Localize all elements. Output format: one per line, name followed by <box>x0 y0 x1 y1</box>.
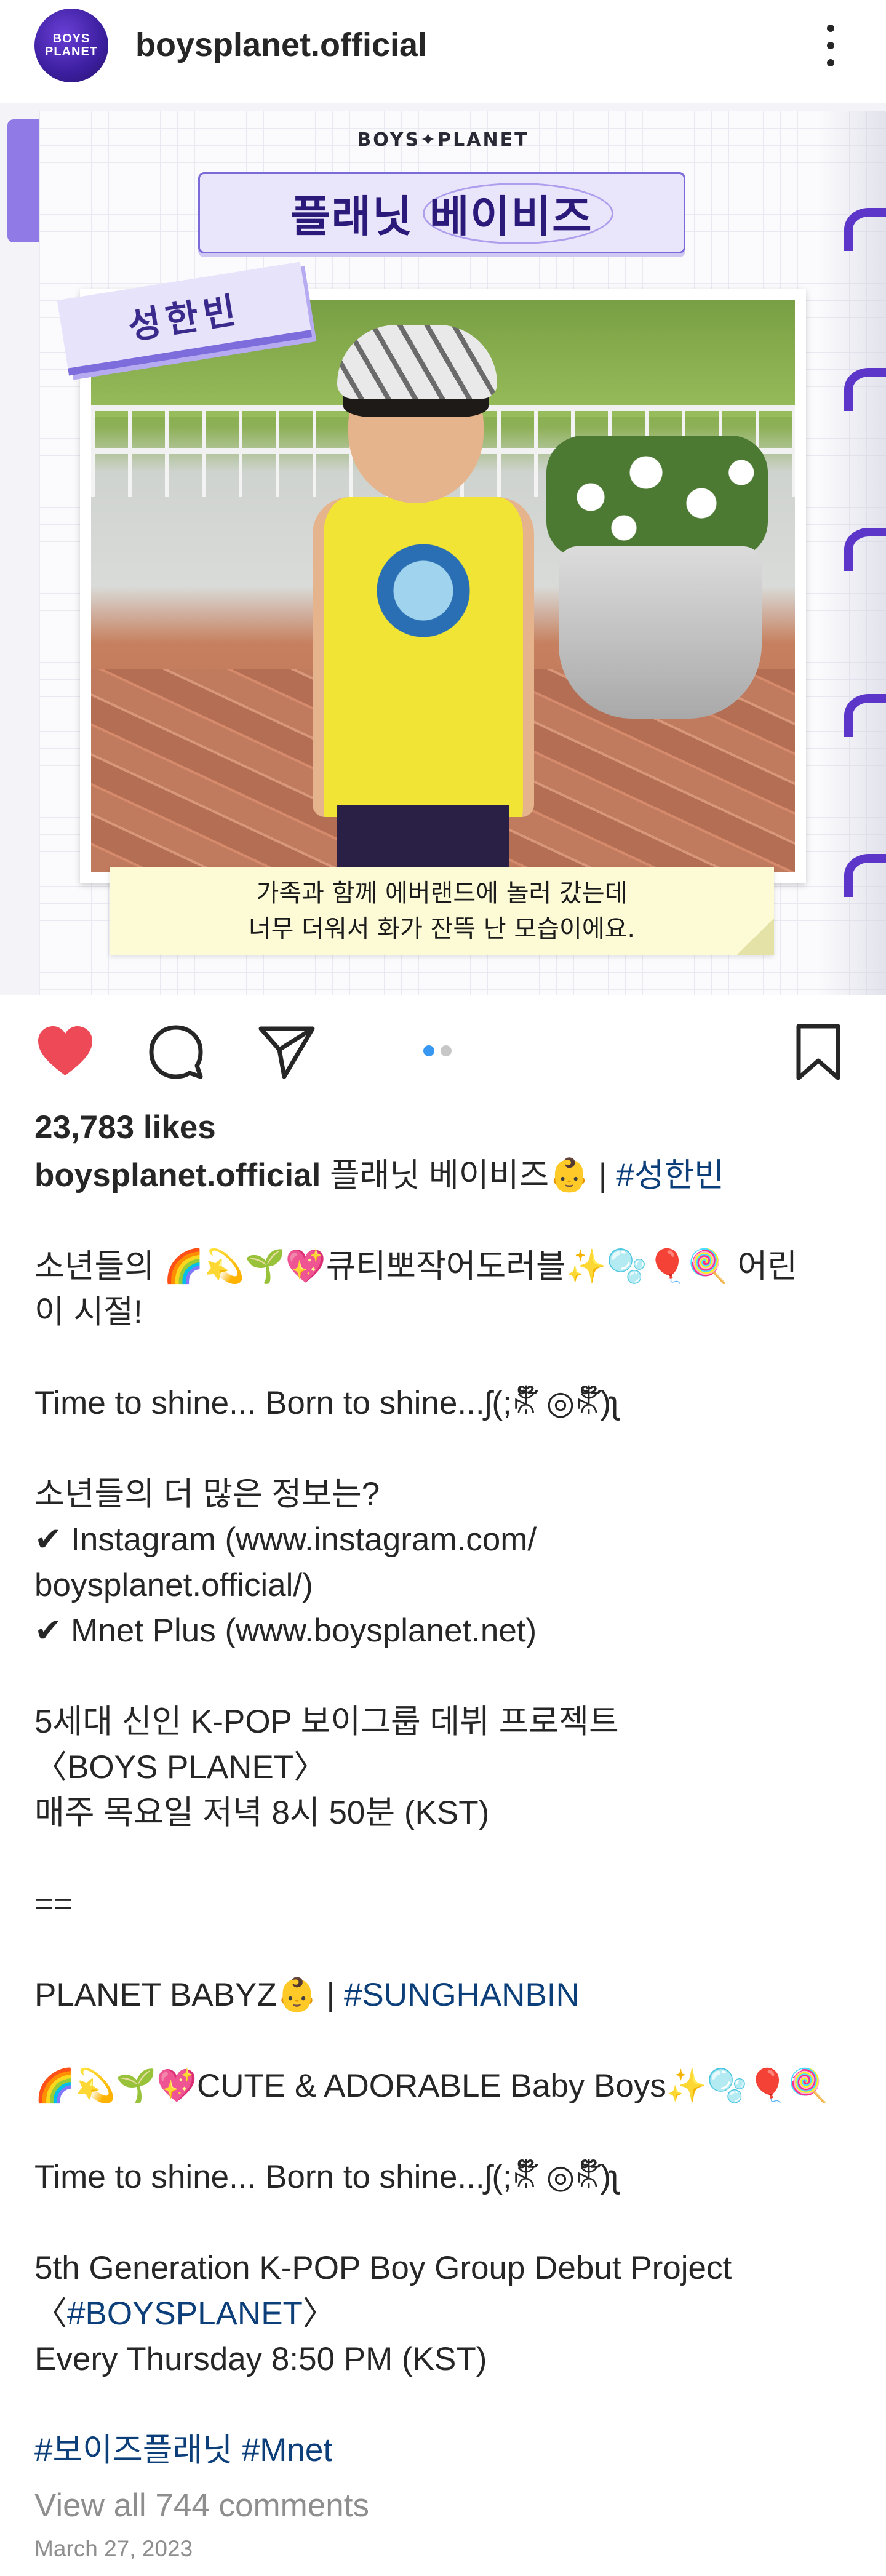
caption-schedule-kr: 매주 목요일 저녁 8시 50분 (KST) <box>34 1795 490 1831</box>
send-icon[interactable] <box>256 1021 317 1083</box>
caption-instagram: ✔ Instagram (www.instagram.com/ <box>34 1521 537 1558</box>
note-fold <box>737 918 774 955</box>
bracket-open: 〈 <box>34 2295 67 2332</box>
hashtag-link[interactable]: #Mnet <box>242 2432 332 2468</box>
caption-headline-text: 플래닛 베이비즈👶 | <box>321 1157 617 1194</box>
image-caption-line: 너무 더워서 화가 잔뜩 난 모습이에요. <box>248 915 636 943</box>
hashtag-link[interactable]: #성한빈 <box>616 1157 724 1194</box>
flower-bed <box>546 436 768 559</box>
bookmark-icon[interactable] <box>788 1021 849 1083</box>
caption-kr-line: 이 시절! <box>34 1294 143 1330</box>
view-comments-link[interactable]: View all 744 comments <box>34 2483 859 2529</box>
binder-ring <box>844 694 886 737</box>
caption-hashtags: #보이즈플래닛 #Mnet <box>34 2428 859 2473</box>
caption-kr-line: 소년들의 🌈💫🌱💖큐티뽀작어도러블✨🫧🎈🍭 어린 <box>34 1248 798 1285</box>
caption-author[interactable]: boysplanet.official <box>34 1157 321 1194</box>
post-header: BOYS PLANET boysplanet.official <box>0 0 886 103</box>
caption-en-line: 🌈💫🌱💖CUTE & ADORABLE Baby Boys✨🫧🎈🍭 <box>34 2068 829 2104</box>
previous-slide-edge <box>7 119 39 242</box>
caption-en-head: PLANET BABYZ👶 | <box>34 1977 344 2013</box>
caption-divider: == <box>34 1886 73 1922</box>
more-options-icon[interactable] <box>818 22 843 69</box>
post-date: March 27, 2023 <box>34 2536 193 2561</box>
hashtag-link[interactable]: #보이즈플래닛 <box>34 2432 233 2468</box>
binder-ring <box>844 854 886 897</box>
caption-headline: boysplanet.official 플래닛 베이비즈👶 | #성한빈 <box>34 1153 859 1198</box>
brand-logo: BOYS✦PLANET <box>357 129 529 151</box>
carousel-dot-active <box>423 1045 434 1056</box>
bracket-close: 〉 <box>302 2295 335 2332</box>
caption-schedule-en: Every Thursday 8:50 PM (KST) <box>34 2341 487 2377</box>
caption-project-kr: 5세대 신인 K-POP 보이그룹 데뷔 프로젝트 <box>34 1704 619 1740</box>
post-image[interactable]: BOYS✦PLANET 플래닛 베이비즈 성한빈 가족과 함께 에버랜드에 놀러… <box>0 103 886 995</box>
caption-en-headline: PLANET BABYZ👶 | #SUNGHANBIN <box>34 1972 859 2018</box>
heart-filled-icon[interactable] <box>34 1021 96 1083</box>
hashtag-link[interactable]: #SUNGHANBIN <box>344 1977 580 2013</box>
avatar-text-bottom: PLANET <box>45 45 98 58</box>
caption-more-info: 소년들의 더 많은 정보는? <box>34 1476 380 1512</box>
stone-planter <box>559 546 762 719</box>
carousel-indicator <box>423 1043 460 1058</box>
caption-shine: Time to shine... Born to shine...ʃ(;ꌿ໊ ◎… <box>34 1385 618 1421</box>
caption-project-en: 5th Generation K-POP Boy Group Debut Pro… <box>34 2250 732 2286</box>
caption-project-en-tag: 〈#BOYSPLANET〉 <box>34 2291 859 2337</box>
photo-frame <box>80 289 806 883</box>
likes-count[interactable]: 23,783 likes <box>34 1105 859 1150</box>
child-figure <box>294 300 553 872</box>
comment-icon[interactable] <box>145 1021 207 1083</box>
image-caption-line: 가족과 함께 에버랜드에 놀러 갔는데 <box>256 879 628 907</box>
caption-instagram: boysplanet.official/) <box>34 1567 313 1603</box>
child-photo <box>91 300 795 872</box>
hashtag-link[interactable]: #BOYSPLANET <box>67 2295 303 2332</box>
binder-ring <box>844 208 886 251</box>
image-caption-note: 가족과 함께 에버랜드에 놀러 갔는데 너무 더워서 화가 잔뜩 난 모습이에요… <box>110 867 774 955</box>
binder-ring <box>844 368 886 411</box>
binder-ring <box>844 528 886 571</box>
caption-project-name: 〈BOYS PLANET〉 <box>34 1749 327 1785</box>
avatar[interactable]: BOYS PLANET <box>34 9 108 82</box>
post-username[interactable]: boysplanet.official <box>135 26 427 64</box>
image-title: 플래닛 베이비즈 <box>290 191 593 242</box>
avatar-text-top: BOYS <box>52 32 90 46</box>
caption-shine-en: Time to shine... Born to shine...ʃ(;ꌿ໊ ◎… <box>34 2159 618 2195</box>
caption-mnet: ✔ Mnet Plus (www.boysplanet.net) <box>34 1613 537 1649</box>
carousel-dot <box>441 1045 452 1056</box>
image-title-box: 플래닛 베이비즈 <box>198 172 685 253</box>
